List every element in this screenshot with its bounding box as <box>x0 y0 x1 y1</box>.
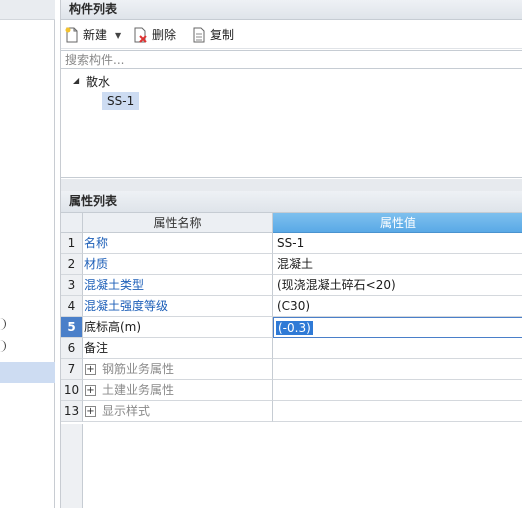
property-group-name: + 土建业务属性 <box>83 380 273 401</box>
row-number: 13 <box>61 401 83 422</box>
property-value[interactable]: (现浇混凝土碎石<20) <box>273 275 522 296</box>
property-value-editor[interactable]: (-0.3) <box>273 317 522 338</box>
property-name: 混凝土类型 <box>83 275 273 296</box>
row-number: 3 <box>61 275 83 296</box>
table-row[interactable]: 3 混凝土类型 (现浇混凝土碎石<20) <box>61 275 522 296</box>
property-name: 混凝土强度等级 <box>83 296 273 317</box>
delete-file-icon <box>134 27 147 43</box>
copy-button[interactable]: 复制 <box>192 25 234 45</box>
row-number: 6 <box>61 338 83 359</box>
row-number: 5 <box>61 317 83 338</box>
property-group-label: 土建业务属性 <box>102 383 175 397</box>
table-row[interactable]: 2 材质 混凝土 <box>61 254 522 275</box>
copy-button-label: 复制 <box>210 27 235 42</box>
collapse-triangle-icon[interactable]: ◢ <box>73 76 79 85</box>
property-group-label: 显示样式 <box>102 404 151 418</box>
property-group-name: + 钢筋业务属性 <box>83 359 273 380</box>
table-row-active[interactable]: 5 底标高(m) (-0.3) <box>61 317 522 338</box>
left-panel-item-fragment[interactable] <box>0 340 6 352</box>
left-panel-header <box>0 0 55 20</box>
table-row-group[interactable]: 10 + 土建业务属性 <box>61 380 522 401</box>
expand-plus-icon[interactable]: + <box>85 385 96 396</box>
table-row-group[interactable]: 7 + 钢筋业务属性 <box>61 359 522 380</box>
property-name: 底标高(m) <box>83 317 273 338</box>
left-panel-selected-item[interactable] <box>0 362 55 383</box>
grid-header: 属性名称 属性值 <box>61 213 522 233</box>
expand-plus-icon[interactable]: + <box>85 364 96 375</box>
property-value[interactable] <box>273 380 522 401</box>
table-row[interactable]: 6 备注 <box>61 338 522 359</box>
row-number: 1 <box>61 233 83 254</box>
property-value[interactable] <box>273 338 522 359</box>
panel-splitter[interactable] <box>61 179 522 191</box>
left-panel-item-fragment[interactable] <box>0 318 6 330</box>
new-button[interactable]: 新建 ▼ <box>65 25 121 45</box>
property-value[interactable] <box>273 401 522 422</box>
expand-plus-icon[interactable]: + <box>85 406 96 417</box>
row-number: 10 <box>61 380 83 401</box>
component-tree: ◢ 散水 SS-1 <box>61 70 522 178</box>
delete-button-label: 删除 <box>152 27 177 42</box>
property-value[interactable]: 混凝土 <box>273 254 522 275</box>
row-number: 2 <box>61 254 83 275</box>
property-name: 名称 <box>83 233 273 254</box>
left-panel <box>0 0 55 508</box>
property-value[interactable] <box>273 359 522 380</box>
chevron-down-icon[interactable]: ▼ <box>115 26 121 45</box>
header-row-number-cell <box>61 213 83 233</box>
header-property-name[interactable]: 属性名称 <box>83 213 273 233</box>
property-name: 备注 <box>83 338 273 359</box>
property-list-title: 属性列表 <box>61 191 522 213</box>
grid-row-header-empty <box>61 424 83 508</box>
header-property-value[interactable]: 属性值 <box>273 213 522 233</box>
property-name: 材质 <box>83 254 273 275</box>
tree-node-component[interactable]: SS-1 <box>102 92 140 110</box>
row-number: 7 <box>61 359 83 380</box>
new-button-label: 新建 <box>83 27 108 42</box>
table-row[interactable]: 4 混凝土强度等级 (C30) <box>61 296 522 317</box>
component-toolbar: 新建 ▼ 删除 复制 <box>61 20 522 49</box>
table-row-group[interactable]: 13 + 显示样式 <box>61 401 522 422</box>
tree-node-category[interactable]: 散水 <box>86 73 110 90</box>
copy-icon <box>193 27 205 43</box>
property-group-name: + 显示样式 <box>83 401 273 422</box>
component-search-input[interactable] <box>61 50 522 69</box>
table-row[interactable]: 1 名称 SS-1 <box>61 233 522 254</box>
selected-value-text[interactable]: (-0.3) <box>276 321 313 335</box>
main-panel: 构件列表 新建 ▼ 删除 复制 ◢ <box>60 0 522 508</box>
delete-button[interactable]: 删除 <box>134 25 176 45</box>
component-list-title: 构件列表 <box>61 0 522 20</box>
row-number: 4 <box>61 296 83 317</box>
property-value[interactable]: (C30) <box>273 296 522 317</box>
new-file-icon <box>65 27 78 43</box>
property-value[interactable]: SS-1 <box>273 233 522 254</box>
property-group-label: 钢筋业务属性 <box>102 362 175 376</box>
